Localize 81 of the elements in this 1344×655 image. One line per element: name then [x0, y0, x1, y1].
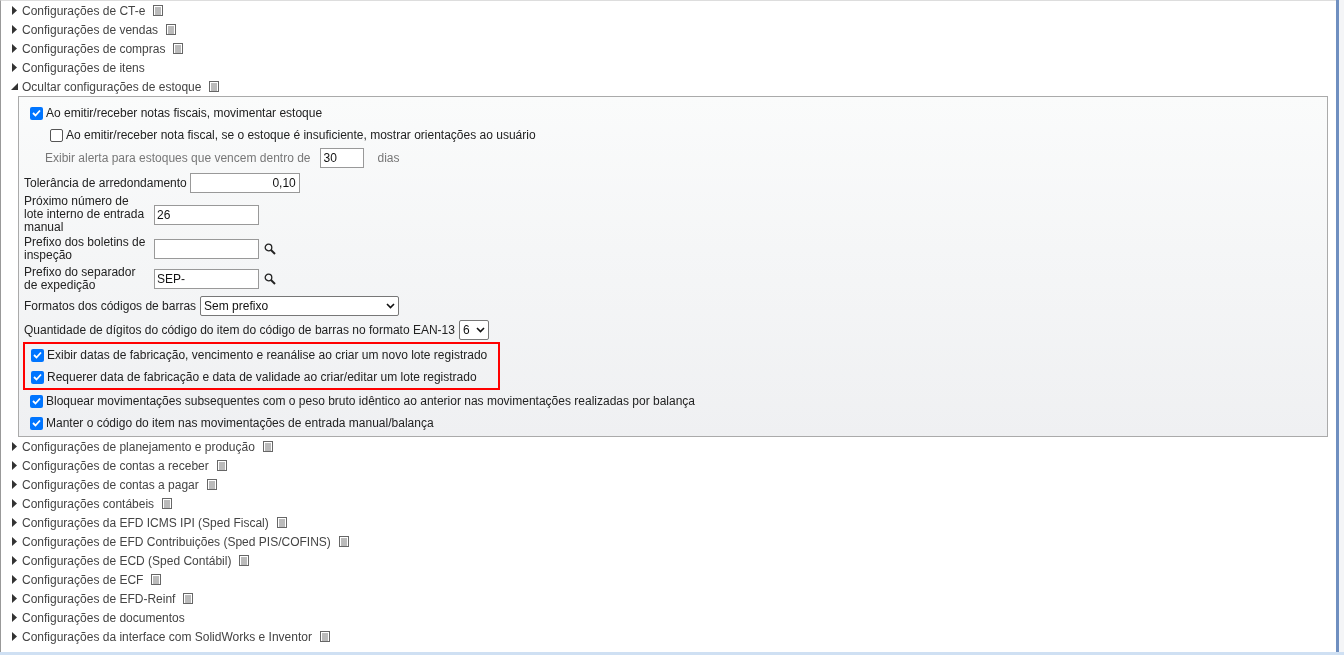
expand-triangle-icon[interactable]	[11, 6, 18, 15]
check-icon	[32, 397, 41, 405]
section-title[interactable]: Configurações de CT-e	[22, 1, 146, 20]
checkbox-label: Ao emitir/receber notas fiscais, movimentar estoque	[46, 105, 323, 122]
field-label: Prefixo do separador de expedição	[24, 266, 137, 292]
section-title[interactable]: Configurações de compras	[22, 39, 166, 58]
checkbox-label: Requerer data de fabricação e data de validade ao criar/editar um lote registrado	[47, 369, 477, 386]
document-icon[interactable]	[209, 81, 220, 92]
expand-triangle-icon[interactable]	[11, 499, 18, 508]
section-title[interactable]: Configurações de contas a pagar	[22, 475, 199, 494]
search-icon[interactable]	[264, 243, 276, 255]
document-icon[interactable]	[206, 479, 217, 490]
dropdown[interactable]: Sem prefixo	[200, 296, 400, 316]
section-title[interactable]: Configurações de itens	[22, 58, 145, 77]
checkbox[interactable]	[31, 348, 44, 362]
document-icon[interactable]	[338, 536, 349, 547]
document-icon[interactable]	[173, 43, 184, 54]
expand-triangle-icon[interactable]	[11, 537, 18, 546]
text-field[interactable]: 26	[154, 204, 259, 225]
collapse-triangle-icon[interactable]	[11, 83, 18, 90]
checkbox-label: Exibir datas de fabricação, vencimento e reanálise ao criar um novo lote registrado	[47, 347, 488, 364]
expand-triangle-icon[interactable]	[11, 575, 18, 584]
unit-label: dias	[377, 150, 400, 167]
document-icon[interactable]	[166, 24, 177, 35]
expand-triangle-icon[interactable]	[11, 518, 18, 527]
check-icon	[32, 109, 41, 117]
section-title[interactable]: Configurações da interface com SolidWorks e Inventor	[22, 627, 312, 646]
check-icon	[32, 419, 41, 427]
chevron-down-icon	[386, 303, 396, 309]
decimal-field[interactable]: 0,10	[189, 172, 300, 193]
checkbox-label: Ao emitir/receber nota fiscal, se o estoque é insuficiente, mostrar orientações ao usuário	[66, 127, 536, 144]
expand-triangle-icon[interactable]	[11, 480, 18, 489]
section-title[interactable]: Configurações contábeis	[22, 494, 155, 513]
section-title[interactable]: Configurações da EFD ICMS IPI (Sped Fiscal)	[22, 513, 269, 532]
expand-triangle-icon[interactable]	[11, 25, 18, 34]
chevron-down-icon	[475, 327, 485, 333]
field-label: Prefixo dos boletins de inspeção	[24, 236, 147, 262]
document-icon[interactable]	[183, 593, 194, 604]
document-icon[interactable]	[162, 498, 173, 509]
document-icon[interactable]	[276, 517, 287, 528]
document-icon[interactable]	[239, 555, 250, 566]
field-label: Exibir alerta para estoques que vencem dentro de	[45, 150, 311, 167]
expand-triangle-icon[interactable]	[11, 461, 18, 470]
section-title[interactable]: Configurações de documentos	[22, 608, 185, 627]
section-title[interactable]: Configurações de vendas	[22, 20, 159, 39]
checkbox[interactable]	[30, 394, 43, 408]
expand-triangle-icon[interactable]	[11, 442, 18, 451]
field-label: Formatos dos códigos de barras	[24, 298, 197, 315]
field-label: Próximo número de lote interno de entrada manual	[24, 195, 146, 234]
document-icon[interactable]	[319, 631, 330, 642]
text-field[interactable]	[154, 239, 259, 259]
checkbox[interactable]	[30, 416, 43, 430]
dropdown[interactable]: 6	[458, 320, 489, 340]
expand-triangle-icon[interactable]	[11, 613, 18, 622]
section-title[interactable]: Configurações de planejamento e produção	[22, 437, 255, 456]
section-title[interactable]: Configurações de contas a receber	[22, 456, 209, 475]
checkbox[interactable]	[31, 370, 44, 384]
section-title[interactable]: Ocultar configurações de estoque	[22, 77, 202, 96]
expand-triangle-icon[interactable]	[11, 44, 18, 53]
section-title[interactable]: Configurações de ECD (Sped Contábil)	[22, 551, 232, 570]
document-icon[interactable]	[153, 5, 164, 16]
field-label: Quantidade de dígitos do código do item do código de barras no formato EAN-13	[24, 322, 455, 339]
document-icon[interactable]	[151, 574, 162, 585]
checkbox-label: Manter o código do item nas movimentações de entrada manual/balança	[46, 415, 434, 432]
check-icon	[33, 373, 42, 381]
search-icon[interactable]	[264, 273, 276, 285]
check-icon	[33, 351, 42, 359]
expand-triangle-icon[interactable]	[11, 594, 18, 603]
section-title[interactable]: Configurações de EFD-Reinf	[22, 589, 176, 608]
document-icon[interactable]	[262, 441, 273, 452]
document-icon[interactable]	[216, 460, 227, 471]
section-title[interactable]: Configurações de EFD Contribuições (Sped PIS/COFINS)	[22, 532, 331, 551]
text-field[interactable]: SEP-	[154, 269, 259, 289]
expand-triangle-icon[interactable]	[11, 63, 18, 72]
checkbox-label: Bloquear movimentações subsequentes com o peso bruto idêntico ao anterior nas movimentações realizadas por balança	[46, 393, 696, 410]
section-title[interactable]: Configurações de ECF	[22, 570, 144, 589]
checkbox[interactable]	[30, 106, 43, 120]
expand-triangle-icon[interactable]	[11, 556, 18, 565]
checkbox[interactable]	[50, 128, 63, 142]
expand-triangle-icon[interactable]	[11, 632, 18, 641]
field-label: Tolerância de arredondamento	[24, 174, 187, 192]
